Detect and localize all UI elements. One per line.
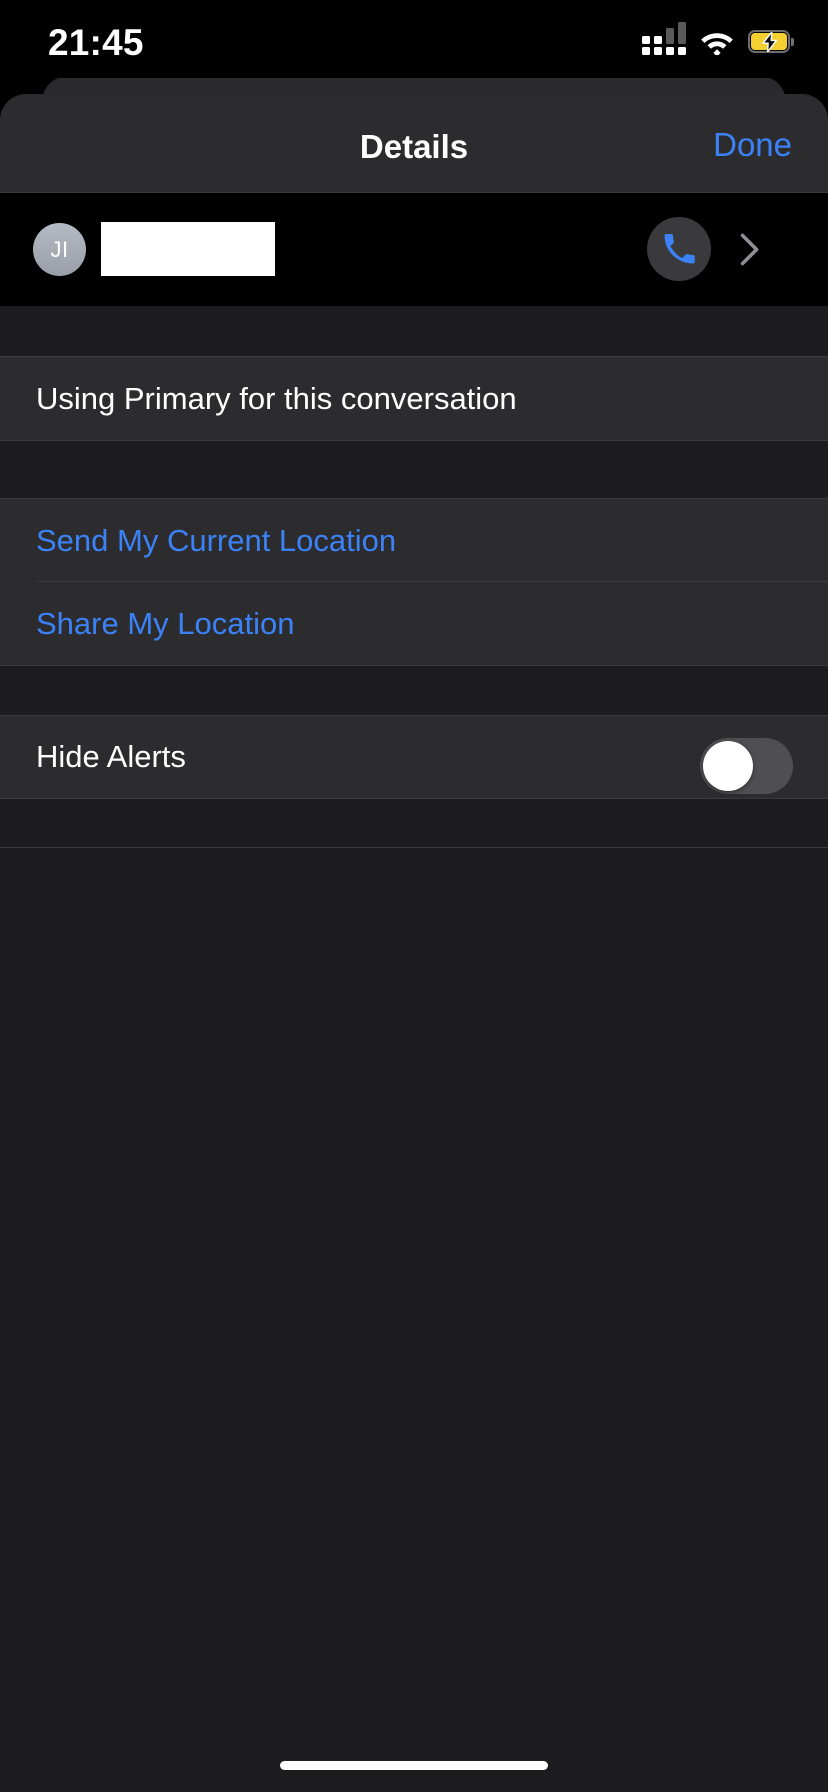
status-bar-indicators (642, 22, 794, 57)
phone-screen: 21:45 Details Done JI Using Primary for … (0, 0, 828, 1792)
status-bar: 21:45 (0, 0, 828, 78)
details-sheet: Details Done JI Using Primary for this c… (0, 94, 828, 1792)
cellular-signal-dual-sim-icon (642, 22, 686, 55)
avatar: JI (33, 223, 86, 276)
row-label: Using Primary for this conversation (36, 380, 517, 416)
home-indicator[interactable] (280, 1761, 548, 1770)
section-gap (0, 440, 828, 499)
hide-alerts-toggle[interactable] (700, 738, 793, 794)
toggle-knob (703, 741, 753, 791)
sheet-navigation-bar: Details Done (0, 94, 828, 192)
row-label: Share My Location (36, 605, 295, 641)
row-label: Hide Alerts (36, 739, 186, 774)
section-location: Send My Current Location Share My Locati… (0, 499, 828, 665)
row-label: Send My Current Location (36, 522, 397, 558)
row-hide-alerts[interactable]: Hide Alerts (0, 716, 828, 798)
section-alerts: Hide Alerts (0, 716, 828, 798)
contact-name-redacted (101, 222, 275, 276)
section-primary-line: Using Primary for this conversation (0, 357, 828, 440)
charging-bolt-icon (762, 32, 778, 52)
phone-icon (664, 233, 695, 264)
row-share-my-location[interactable]: Share My Location (0, 582, 828, 665)
wifi-icon (700, 30, 734, 55)
status-bar-time: 21:45 (48, 22, 144, 63)
chevron-right-icon (740, 233, 759, 266)
battery-charging-icon (748, 30, 794, 54)
contact-row[interactable]: JI (0, 193, 828, 306)
page-title: Details (359, 128, 469, 165)
call-button[interactable] (647, 217, 711, 281)
sheet-empty-area (0, 848, 828, 1748)
row-using-primary[interactable]: Using Primary for this conversation (0, 357, 828, 440)
section-gap (0, 798, 828, 848)
section-gap (0, 305, 828, 357)
done-button[interactable]: Done (713, 126, 792, 164)
row-send-my-current-location[interactable]: Send My Current Location (0, 499, 828, 582)
section-gap (0, 665, 828, 716)
